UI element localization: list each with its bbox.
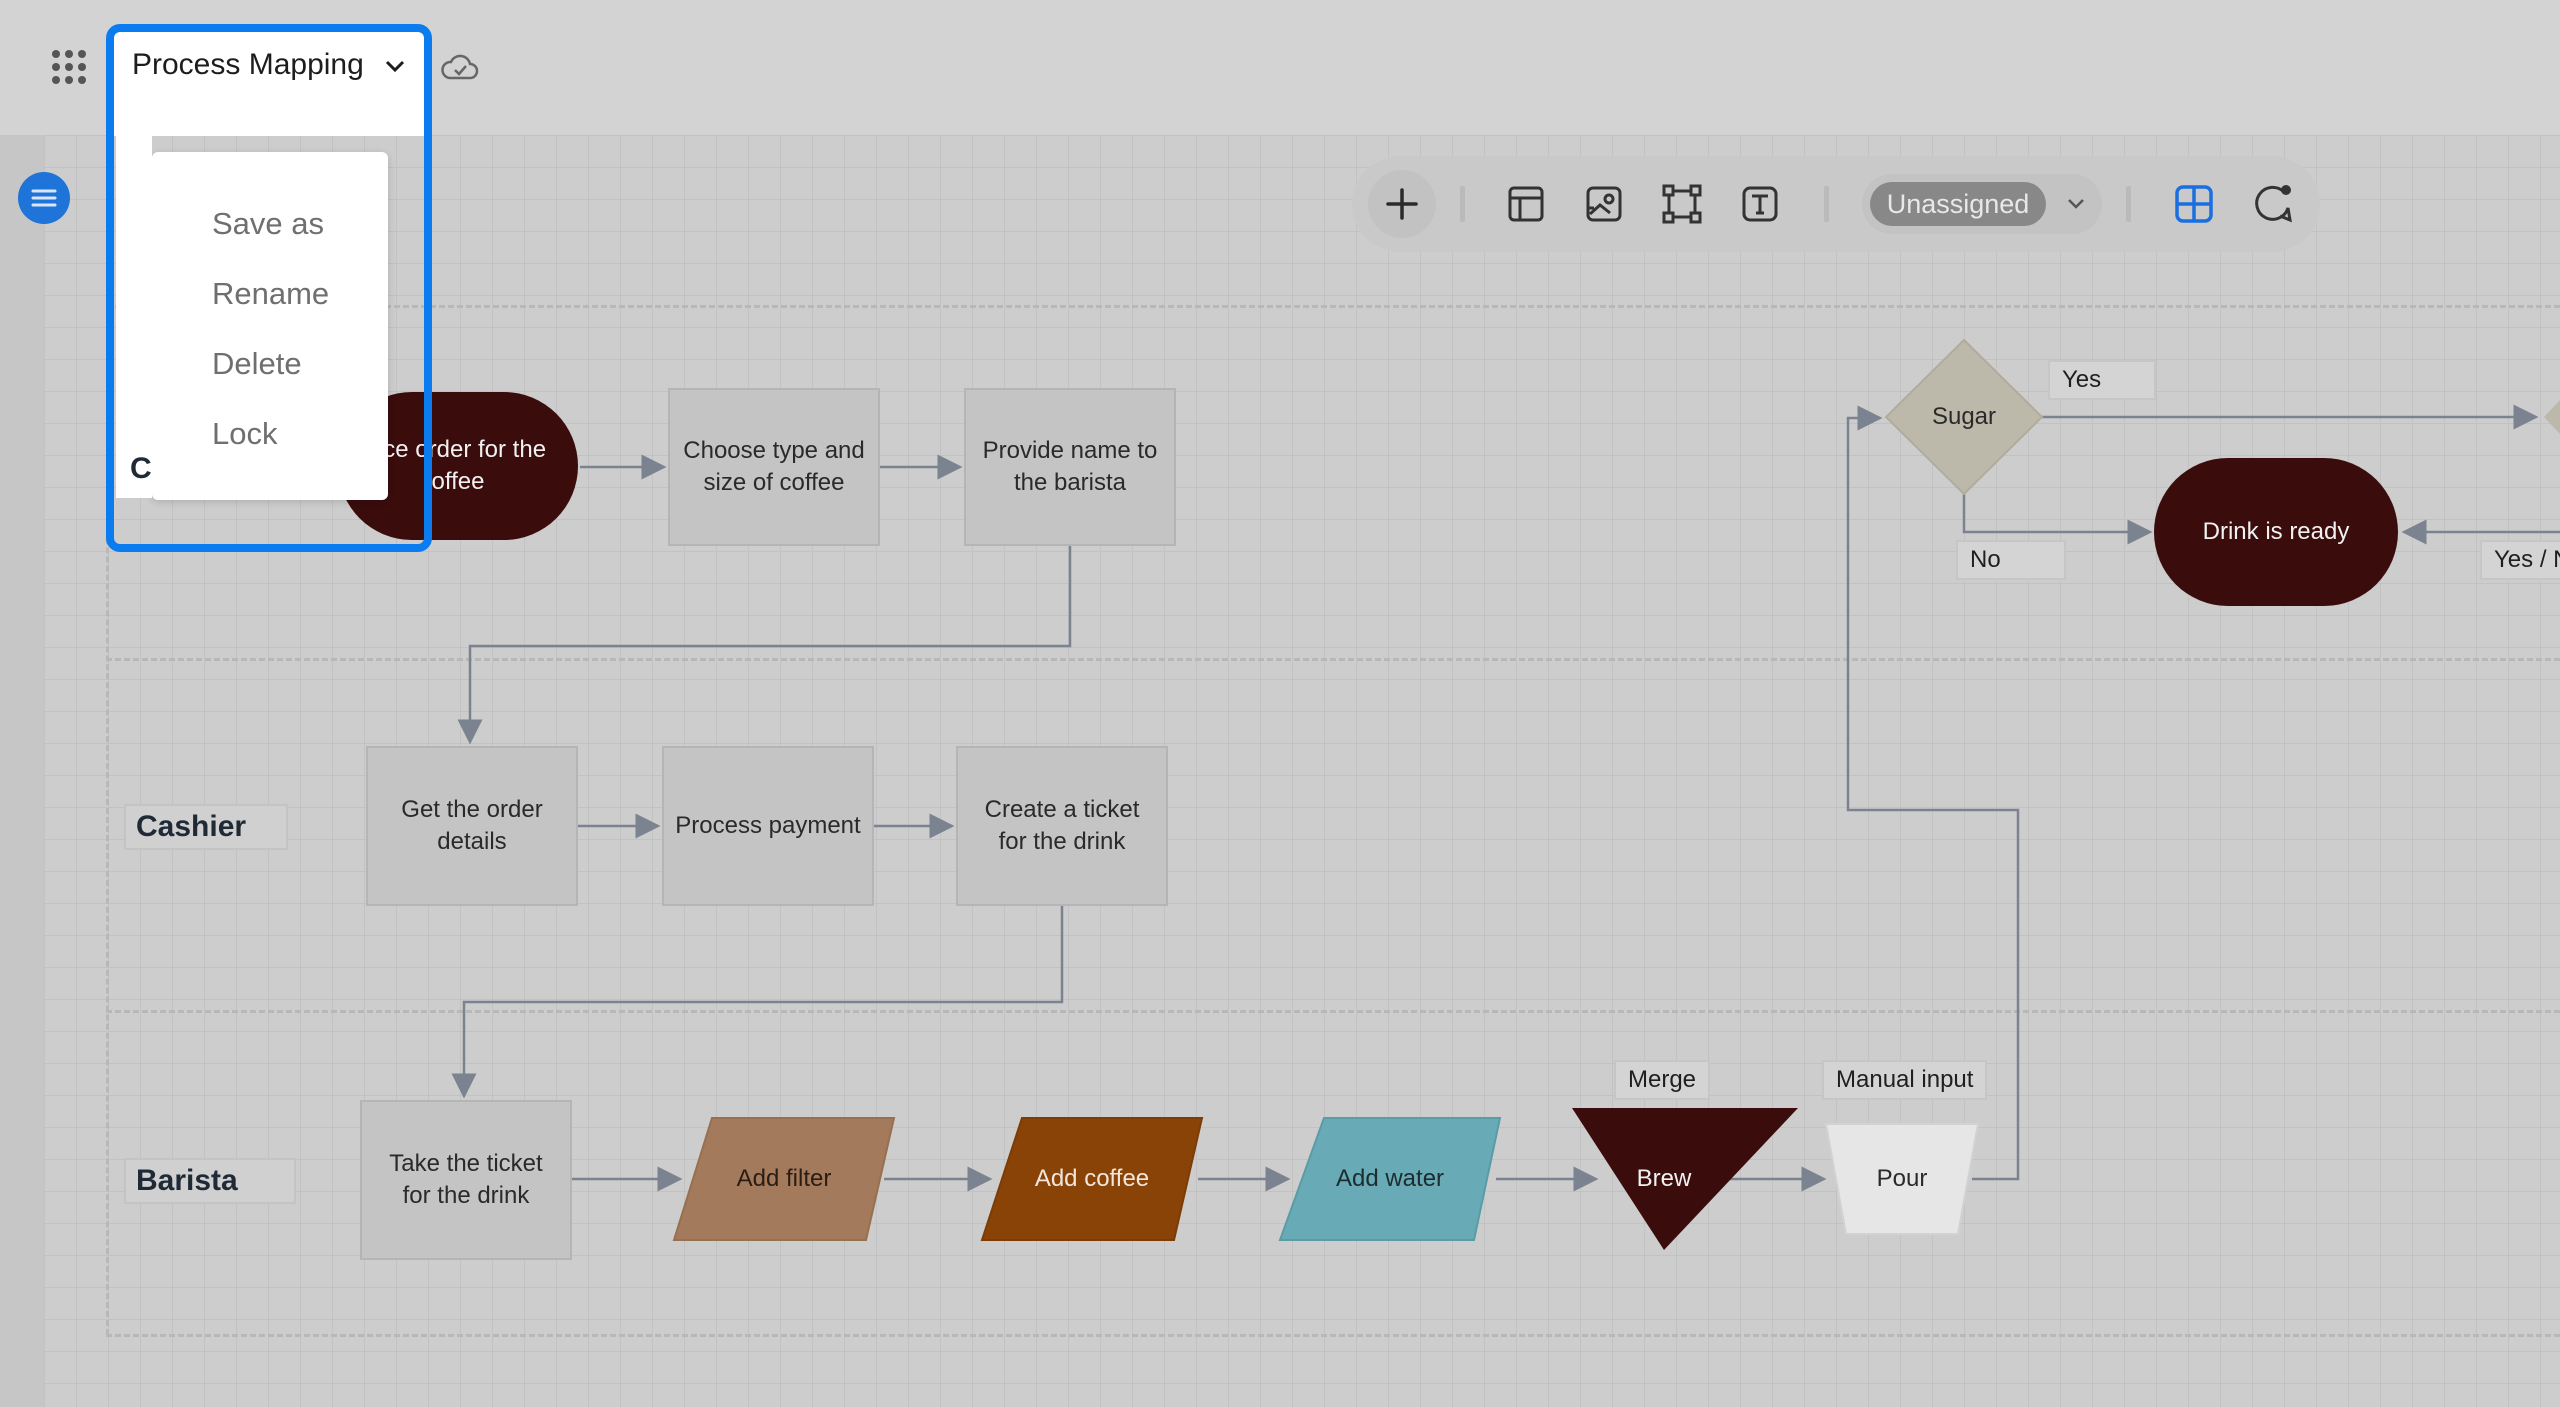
get-order-process[interactable]: Get the order details (366, 746, 578, 906)
pour-label[interactable]: Pour (1826, 1124, 1978, 1234)
add-water-label[interactable]: Add water (1280, 1118, 1500, 1240)
brew-label[interactable]: Brew (1572, 1120, 1756, 1238)
canvas-toolbar: Unassigned (1352, 156, 2320, 252)
yes-label: Yes (2048, 360, 2156, 400)
drink-ready-terminal[interactable]: Drink is ready (2154, 458, 2398, 606)
table-layout-icon[interactable] (1502, 180, 1550, 228)
choose-type-process[interactable]: Choose type and size of coffee (668, 388, 880, 546)
add-button[interactable] (1368, 170, 1436, 238)
take-ticket-process[interactable]: Take the ticket for the drink (360, 1100, 572, 1260)
yes-no-label: Yes / N (2480, 540, 2560, 580)
toolbar-separator (2126, 186, 2131, 222)
sugar-label[interactable]: Sugar (1886, 390, 2042, 444)
no-label: No (1956, 540, 2066, 580)
merge-caption: Merge (1614, 1060, 1711, 1100)
toolbar-separator (1824, 186, 1829, 222)
manual-input-caption: Manual input (1822, 1060, 1988, 1100)
comment-icon[interactable] (2248, 180, 2296, 228)
create-ticket-process[interactable]: Create a ticket for the drink (956, 746, 1168, 906)
chevron-down-icon[interactable] (2064, 194, 2088, 214)
toolbar-separator (1460, 186, 1465, 222)
add-coffee-label[interactable]: Add coffee (982, 1118, 1202, 1240)
frame-icon[interactable] (1658, 180, 1706, 228)
process-payment-process[interactable]: Process payment (662, 746, 874, 906)
grid-icon[interactable] (2170, 180, 2218, 228)
highlight-frame (106, 24, 432, 552)
image-icon[interactable] (1580, 180, 1628, 228)
add-filter-label[interactable]: Add filter (674, 1118, 894, 1240)
plus-icon (1386, 188, 1418, 220)
assignee-badge[interactable]: Unassigned (1870, 182, 2046, 226)
text-icon[interactable] (1736, 180, 1784, 228)
provide-name-process[interactable]: Provide name to the barista (964, 388, 1176, 546)
